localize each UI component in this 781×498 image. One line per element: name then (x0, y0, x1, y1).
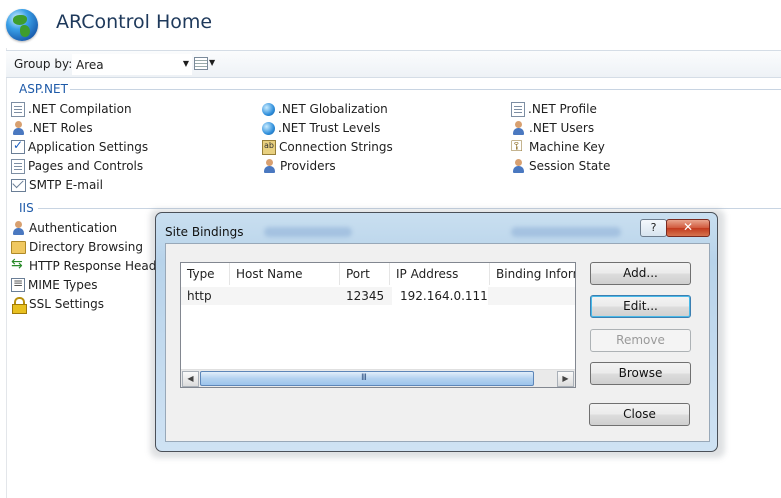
feature-label: .NET Profile (528, 102, 597, 116)
group-by-value: Area (76, 58, 104, 72)
feature-label: SMTP E-mail (29, 178, 103, 192)
feature-net-globalization[interactable]: .NET Globalization (262, 100, 388, 118)
help-button[interactable]: ? (640, 219, 667, 237)
http-response-headers-icon (11, 256, 26, 274)
dialog-client-area: Type Host Name Port IP Address Binding I… (165, 243, 710, 442)
feature-label: Directory Browsing (29, 240, 143, 254)
feature-directory-browsing[interactable]: Directory Browsing (11, 238, 143, 256)
scrollbar-thumb[interactable]: III (200, 371, 534, 386)
feature-net-trust-levels[interactable]: .NET Trust Levels (262, 119, 380, 137)
scroll-grip: III (361, 373, 367, 383)
feature-net-profile[interactable]: .NET Profile (511, 100, 597, 118)
feature-label: .NET Globalization (278, 102, 388, 116)
group-divider (70, 89, 781, 90)
cell-host-name (230, 287, 340, 305)
feature-label: .NET Compilation (28, 102, 132, 116)
feature-label: .NET Roles (29, 121, 93, 135)
feature-label: .NET Trust Levels (278, 121, 381, 135)
smtp-email-icon (11, 178, 26, 192)
trust-levels-icon (262, 121, 275, 135)
feature-net-roles[interactable]: .NET Roles (11, 119, 93, 137)
feature-label: MIME Types (28, 278, 98, 292)
feature-pages-and-controls[interactable]: Pages and Controls (11, 157, 143, 175)
dialog-title: Site Bindings (165, 225, 244, 239)
feature-application-settings[interactable]: Application Settings (11, 138, 148, 156)
globalization-icon (262, 102, 275, 116)
feature-machine-key[interactable]: Machine Key (511, 137, 605, 156)
column-header-ip-address[interactable]: IP Address (390, 263, 490, 285)
connection-strings-icon (262, 139, 276, 155)
cell-type: http (187, 289, 212, 303)
feature-ssl-settings[interactable]: SSL Settings (11, 295, 104, 314)
ssl-settings-icon (11, 296, 27, 314)
providers-icon (262, 158, 277, 174)
compilation-icon (11, 101, 25, 117)
feature-label: Providers (280, 159, 336, 173)
group-by-toolbar: Group by: Area ▼ ▼ (6, 50, 781, 78)
close-dialog-button[interactable]: Close (589, 403, 690, 426)
feature-label: Machine Key (529, 140, 605, 154)
feature-providers[interactable]: Providers (262, 157, 336, 175)
edit-binding-button[interactable]: Edit... (590, 295, 691, 318)
group-by-select[interactable]: Area ▼ (72, 54, 192, 75)
feature-smtp-email[interactable]: SMTP E-mail (11, 176, 103, 194)
horizontal-scrollbar[interactable]: ◀ III ▶ (181, 369, 575, 387)
authentication-icon (11, 220, 26, 236)
machine-key-icon (511, 137, 526, 155)
close-window-button[interactable]: ✕ (666, 219, 710, 237)
feature-label: Authentication (29, 221, 118, 235)
feature-net-users[interactable]: .NET Users (511, 119, 594, 137)
mime-types-icon (11, 276, 25, 292)
app-settings-icon (11, 138, 25, 154)
dropdown-arrow-icon: ▼ (209, 58, 216, 67)
group-by-label: Group by: (14, 57, 73, 71)
cell-binding-information (490, 287, 575, 305)
scroll-right-arrow-icon[interactable]: ▶ (557, 371, 574, 387)
feature-mime-types[interactable]: MIME Types (11, 276, 97, 294)
view-mode-button[interactable]: ▼ (192, 55, 218, 72)
feature-authentication[interactable]: Authentication (11, 219, 117, 237)
cell-port: 12345 (346, 289, 385, 303)
feature-label: Session State (529, 159, 611, 173)
add-binding-button[interactable]: Add... (590, 262, 691, 285)
column-header-port[interactable]: Port (340, 263, 390, 285)
feature-label: Connection Strings (279, 140, 393, 154)
column-header-binding-information[interactable]: Binding Inforn (490, 263, 575, 285)
title-bar-glass-blur (511, 227, 621, 237)
feature-label: Application Settings (28, 140, 149, 154)
feature-label: SSL Settings (29, 297, 104, 311)
profile-icon (511, 101, 525, 117)
browse-binding-button[interactable]: Browse (590, 362, 691, 385)
feature-net-compilation[interactable]: .NET Compilation (11, 100, 132, 118)
users-icon (511, 120, 526, 136)
details-view-icon (194, 57, 208, 70)
cell-ip-address: 192.164.0.111 (392, 287, 488, 305)
group-title-aspnet: ASP.NET (19, 82, 68, 96)
dropdown-arrow-icon: ▼ (182, 59, 189, 68)
directory-browsing-icon (11, 240, 26, 254)
page-header: ARControl Home (0, 0, 781, 50)
feature-label: .NET Users (529, 121, 595, 135)
remove-binding-button[interactable]: Remove (590, 329, 691, 352)
feature-connection-strings[interactable]: Connection Strings (262, 138, 393, 156)
site-bindings-dialog: Site Bindings ? ✕ Type Host Name Port IP… (155, 212, 718, 452)
bindings-list[interactable]: Type Host Name Port IP Address Binding I… (180, 262, 576, 388)
feature-session-state[interactable]: Session State (511, 157, 610, 175)
title-bar-glass-blur (264, 227, 352, 237)
group-title-iis: IIS (19, 201, 34, 215)
column-header-host-name[interactable]: Host Name (230, 263, 340, 285)
pages-controls-icon (11, 158, 25, 174)
bindings-list-header: Type Host Name Port IP Address Binding I… (181, 263, 575, 285)
column-header-type[interactable]: Type (181, 263, 230, 285)
feature-label: Pages and Controls (28, 159, 144, 173)
content-left-border (6, 48, 7, 498)
roles-icon (11, 120, 26, 136)
scroll-left-arrow-icon[interactable]: ◀ (182, 371, 199, 387)
server-globe-icon (6, 9, 38, 41)
session-state-icon (511, 158, 526, 174)
page-title: ARControl Home (56, 11, 213, 33)
binding-row[interactable]: http 12345 192.164.0.111 (181, 287, 575, 305)
